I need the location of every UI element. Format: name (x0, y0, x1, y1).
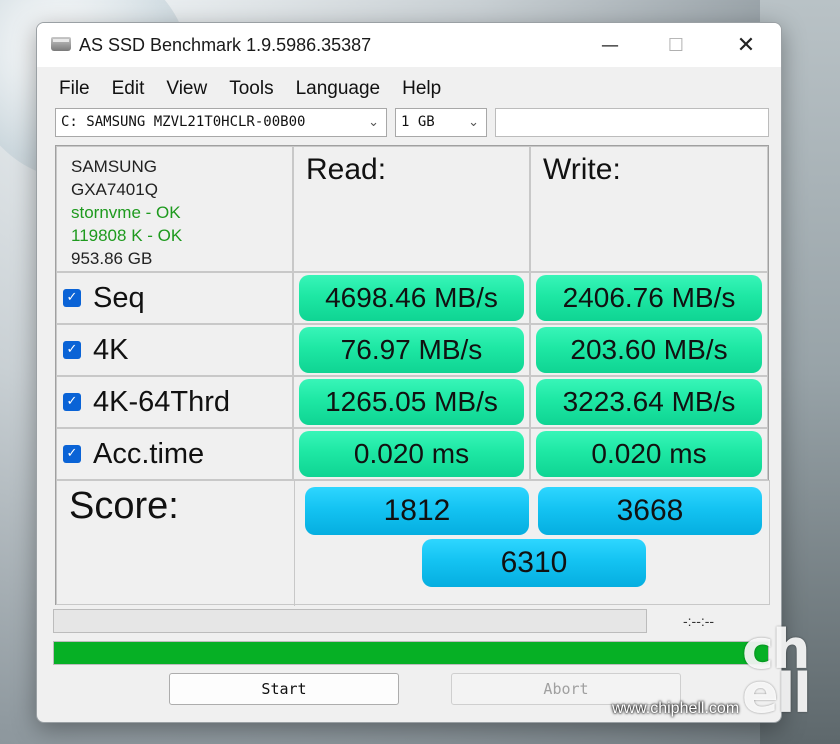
menu-file[interactable]: File (37, 75, 101, 103)
test-row-4k: ✓ 4K (56, 324, 293, 376)
drive-vendor: SAMSUNG (71, 157, 157, 176)
4k-64thrd-write-cell: 3223.64 MB/s (530, 376, 768, 428)
acc-time-checkbox[interactable]: ✓ (63, 445, 81, 463)
alignment-status: 119808 K - OK (71, 226, 183, 245)
4k-64thrd-read-cell: 1265.05 MB/s (293, 376, 530, 428)
drive-select[interactable]: C: SAMSUNG MZVL21T0HCLR-00B00 ⌄ (55, 108, 387, 137)
drive-firmware: GXA7401Q (71, 180, 158, 199)
score-total: 6310 (422, 539, 646, 587)
time-remaining: -:--:-- (683, 613, 715, 629)
test-row-4k-64thrd: ✓ 4K-64Thrd (56, 376, 293, 428)
menu-help[interactable]: Help (391, 75, 452, 103)
drive-select-value: C: SAMSUNG MZVL21T0HCLR-00B00 (61, 114, 306, 130)
4k-read-value: 76.97 MB/s (299, 327, 524, 373)
4k-64thrd-read-value: 1265.05 MB/s (299, 379, 524, 425)
read-header: Read: (293, 146, 530, 272)
test-row-seq: ✓ Seq (56, 272, 293, 324)
test-label: 4K-64Thrd (93, 385, 231, 418)
driver-status: stornvme - OK (71, 203, 181, 222)
results-grid: SAMSUNG GXA7401Q stornvme - OK 119808 K … (55, 145, 770, 606)
test-label: Acc.time (93, 437, 205, 470)
maximize-button[interactable]: ☐ (643, 23, 709, 67)
app-window: AS SSD Benchmark 1.9.5986.35387 — ☐ ✕ Fi… (36, 22, 782, 723)
drive-app-icon (51, 37, 71, 51)
score-label: Score: (69, 485, 179, 527)
watermark-url: www.chiphell.com (612, 700, 740, 717)
close-button[interactable]: ✕ (713, 23, 779, 67)
drive-capacity: 953.86 GB (71, 249, 153, 268)
4k-64thrd-write-value: 3223.64 MB/s (536, 379, 762, 425)
window-title: AS SSD Benchmark 1.9.5986.35387 (79, 35, 372, 55)
size-select[interactable]: 1 GB ⌄ (395, 108, 487, 137)
chevron-down-icon: ⌄ (368, 115, 379, 130)
score-panel: Score: 1812 3668 6310 (56, 480, 770, 606)
4k-64thrd-checkbox[interactable]: ✓ (63, 393, 81, 411)
chevron-down-icon: ⌄ (468, 115, 479, 130)
acc-time-read-value: 0.020 ms (299, 431, 524, 477)
acc-time-write-cell: 0.020 ms (530, 428, 768, 480)
seq-write-cell: 2406.76 MB/s (530, 272, 768, 324)
start-button[interactable]: Start (169, 673, 399, 705)
progress-bar (53, 609, 647, 633)
menu-bar: File Edit View Tools Language Help (37, 75, 781, 103)
seq-read-value: 4698.46 MB/s (299, 275, 524, 321)
test-label: Seq (93, 281, 145, 314)
chiphell-logo: ch ell (742, 618, 812, 725)
4k-checkbox[interactable]: ✓ (63, 341, 81, 359)
seq-write-value: 2406.76 MB/s (536, 275, 762, 321)
menu-view[interactable]: View (155, 75, 218, 103)
test-row-acc-time: ✓ Acc.time (56, 428, 293, 480)
title-bar: AS SSD Benchmark 1.9.5986.35387 — ☐ ✕ (37, 23, 781, 67)
drive-info-panel: SAMSUNG GXA7401Q stornvme - OK 119808 K … (56, 146, 293, 272)
score-write: 3668 (538, 487, 762, 535)
4k-write-value: 203.60 MB/s (536, 327, 762, 373)
menu-tools[interactable]: Tools (218, 75, 284, 103)
write-header: Write: (530, 146, 768, 272)
4k-write-cell: 203.60 MB/s (530, 324, 768, 376)
seq-read-cell: 4698.46 MB/s (293, 272, 530, 324)
4k-read-cell: 76.97 MB/s (293, 324, 530, 376)
score-divider (294, 481, 295, 606)
seq-checkbox[interactable]: ✓ (63, 289, 81, 307)
menu-language[interactable]: Language (285, 75, 392, 103)
menu-edit[interactable]: Edit (101, 75, 156, 103)
acc-time-write-value: 0.020 ms (536, 431, 762, 477)
completion-bar (53, 641, 769, 665)
status-text-field[interactable] (495, 108, 769, 137)
minimize-button[interactable]: — (577, 23, 643, 67)
size-select-value: 1 GB (401, 114, 435, 130)
test-label: 4K (93, 333, 129, 366)
acc-time-read-cell: 0.020 ms (293, 428, 530, 480)
score-read: 1812 (305, 487, 529, 535)
